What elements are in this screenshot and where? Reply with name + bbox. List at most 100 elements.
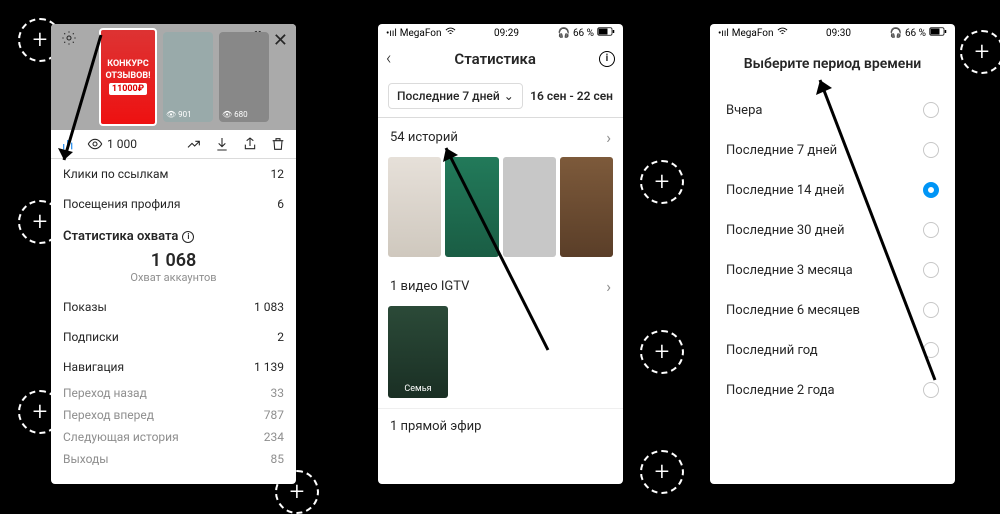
period-option-3-months[interactable]: Последние 3 месяца bbox=[710, 250, 955, 290]
period-option-14-days[interactable]: Последние 14 дней bbox=[710, 170, 955, 210]
option-label: Последние 3 месяца bbox=[726, 263, 853, 278]
chevron-right-icon: › bbox=[606, 128, 611, 147]
stories-row[interactable]: 54 историй › bbox=[378, 118, 623, 157]
carrier-label: MegaFon bbox=[732, 28, 774, 39]
battery-label: 66 % bbox=[573, 28, 594, 39]
metric-profile-visits: Посещения профиля 6 bbox=[51, 189, 296, 219]
igtv-row[interactable]: 1 видео IGTV › bbox=[378, 267, 623, 306]
story-tile-focused[interactable]: КОНКУРС ОТЗЫВОВ! 11000₽ bbox=[99, 28, 157, 126]
metric-value: 6 bbox=[277, 197, 284, 211]
period-option-1-year[interactable]: Последний год bbox=[710, 330, 955, 370]
live-row[interactable]: 1 прямой эфир bbox=[378, 408, 623, 444]
bar-chart-icon[interactable] bbox=[61, 136, 77, 152]
story-thumbnail[interactable] bbox=[388, 157, 441, 257]
metric-impressions: Показы 1 083 bbox=[51, 292, 296, 322]
radio-icon bbox=[923, 142, 939, 158]
story-tile[interactable]: 👁 680 bbox=[219, 32, 269, 122]
metric-value: 234 bbox=[264, 430, 284, 444]
wifi-icon bbox=[777, 27, 788, 39]
views-count-value: 1 000 bbox=[107, 137, 137, 151]
battery-label: 66 % bbox=[905, 28, 926, 39]
views-count: 1 000 bbox=[87, 136, 137, 152]
sheet-title: Выберите период времени bbox=[710, 42, 955, 90]
story-tile-views: 901 bbox=[178, 110, 192, 119]
metric-label: Переход назад bbox=[63, 386, 147, 400]
status-bar: •ııl MegaFon 09:30 🎧 66 % bbox=[710, 24, 955, 42]
metric-label: Выходы bbox=[63, 452, 109, 466]
info-icon[interactable]: i bbox=[599, 51, 615, 67]
status-bar: •ııl MegaFon 09:29 🎧 66 % bbox=[378, 24, 623, 42]
story-thumbnail[interactable] bbox=[503, 157, 556, 257]
igtv-tile-label: Семья bbox=[404, 384, 431, 394]
story-tile-text: КОНКУРС bbox=[107, 59, 148, 69]
period-option-2-years[interactable]: Последние 2 года bbox=[710, 370, 955, 410]
period-option-yesterday[interactable]: Вчера bbox=[710, 90, 955, 130]
battery-icon bbox=[597, 27, 615, 39]
radio-icon bbox=[923, 262, 939, 278]
battery-icon bbox=[929, 27, 947, 39]
info-icon[interactable]: i bbox=[182, 231, 194, 243]
radio-selected-icon bbox=[923, 182, 939, 198]
deco-plus-icon: + bbox=[640, 450, 684, 494]
live-count-label: 1 прямой эфир bbox=[390, 419, 481, 434]
page-title: Статистика bbox=[454, 50, 536, 68]
period-option-6-months[interactable]: Последние 6 месяцев bbox=[710, 290, 955, 330]
section-reach-title: Статистика охвата i bbox=[51, 219, 296, 246]
trash-icon[interactable] bbox=[270, 136, 286, 152]
option-label: Последний год bbox=[726, 343, 818, 358]
option-label: Вчера bbox=[726, 103, 762, 118]
gear-icon[interactable] bbox=[61, 30, 77, 49]
trend-up-icon[interactable] bbox=[186, 136, 202, 152]
metric-value: 1 139 bbox=[254, 360, 284, 374]
option-label: Последние 14 дней bbox=[726, 183, 844, 198]
radio-icon bbox=[923, 342, 939, 358]
metric-value: 12 bbox=[271, 167, 285, 181]
story-header: ✕ КОНКУРС ОТЗЫВОВ! 11000₽ 👁 901 👁 680 bbox=[51, 24, 296, 130]
headphone-icon: 🎧 bbox=[557, 28, 569, 39]
story-thumbnail[interactable] bbox=[445, 157, 498, 257]
section-reach-label: Статистика охвата bbox=[63, 229, 178, 244]
period-option-7-days[interactable]: Последние 7 дней bbox=[710, 130, 955, 170]
chevron-right-icon: › bbox=[606, 277, 611, 296]
deco-plus-icon: + bbox=[640, 160, 684, 204]
status-time: 09:30 bbox=[826, 28, 851, 39]
option-label: Последние 6 месяцев bbox=[726, 303, 860, 318]
chevron-down-icon: ⌄ bbox=[504, 89, 514, 103]
close-icon[interactable]: ✕ bbox=[273, 30, 288, 51]
metric-label: Подписки bbox=[63, 330, 119, 344]
metric-nav-forward: Переход вперед 787 bbox=[51, 404, 296, 426]
eye-icon: 👁 901 bbox=[166, 110, 192, 119]
eye-icon: 👁 680 bbox=[222, 110, 248, 119]
igtv-thumbnail[interactable]: Семья bbox=[388, 306, 448, 398]
metric-nav-exits: Выходы 85 bbox=[51, 448, 296, 470]
phone-time-period-picker: •ııl MegaFon 09:30 🎧 66 % Выберите перио… bbox=[710, 24, 955, 484]
period-option-30-days[interactable]: Последние 30 дней bbox=[710, 210, 955, 250]
radio-icon bbox=[923, 302, 939, 318]
back-chevron-icon[interactable]: ‹ bbox=[386, 48, 391, 69]
metric-follows: Подписки 2 bbox=[51, 322, 296, 352]
metric-label: Показы bbox=[63, 300, 107, 314]
filter-row: Последние 7 дней ⌄ 16 сен - 22 сен bbox=[378, 75, 623, 117]
reach-block: 1 068 Охват аккаунтов bbox=[51, 246, 296, 292]
metric-label: Переход вперед bbox=[63, 408, 154, 422]
story-tile[interactable]: 👁 901 bbox=[163, 32, 213, 122]
metric-value: 787 bbox=[264, 408, 284, 422]
metric-value: 85 bbox=[271, 452, 285, 466]
radio-icon bbox=[923, 222, 939, 238]
download-icon[interactable] bbox=[214, 136, 230, 152]
status-time: 09:29 bbox=[494, 28, 519, 39]
carrier-label: MegaFon bbox=[400, 28, 442, 39]
deco-plus-icon: + bbox=[640, 330, 684, 374]
date-filter-pill[interactable]: Последние 7 дней ⌄ bbox=[388, 83, 523, 109]
story-thumbnail[interactable] bbox=[560, 157, 613, 257]
signal-icon: •ııl bbox=[718, 28, 729, 39]
igtv-count-label: 1 видео IGTV bbox=[390, 279, 469, 294]
metric-value: 33 bbox=[271, 386, 285, 400]
eye-icon bbox=[87, 136, 103, 152]
headphone-icon: 🎧 bbox=[889, 28, 901, 39]
share-icon[interactable] bbox=[242, 136, 258, 152]
wifi-icon bbox=[445, 27, 456, 39]
metric-label: Навигация bbox=[63, 360, 124, 374]
metric-nav-back: Переход назад 33 bbox=[51, 382, 296, 404]
metric-navigation: Навигация 1 139 bbox=[51, 352, 296, 382]
